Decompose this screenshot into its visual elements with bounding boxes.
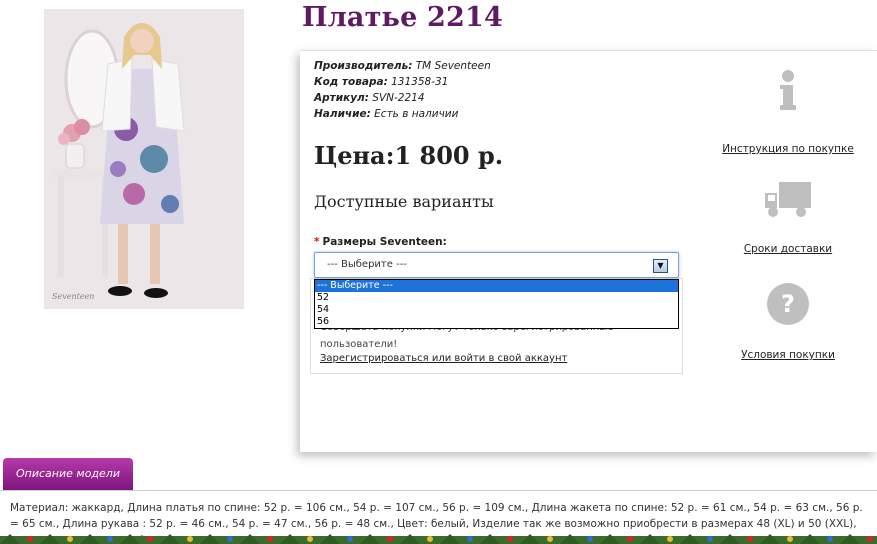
product-code-label: Код товара: bbox=[314, 76, 388, 88]
truck-icon bbox=[765, 182, 811, 217]
sku-row: Артикул: SVN-2214 bbox=[314, 90, 491, 106]
product-photo[interactable]: Seventeen bbox=[44, 9, 244, 309]
size-label-text: Размеры Seventeen: bbox=[322, 236, 447, 248]
size-option[interactable]: 52 bbox=[315, 292, 678, 304]
size-dropdown-list[interactable]: --- Выберите --- 52 54 56 bbox=[314, 279, 679, 329]
product-meta: Производитель: ТМ Seventeen Код товара: … bbox=[314, 58, 491, 122]
side-link-label[interactable]: Сроки доставки bbox=[718, 243, 858, 255]
product-code-value: 131358-31 bbox=[391, 76, 449, 88]
size-select-value: --- Выберите --- bbox=[327, 259, 407, 270]
sku-label: Артикул: bbox=[314, 92, 369, 104]
svg-text:?: ? bbox=[781, 290, 795, 318]
photo-watermark: Seventeen bbox=[52, 292, 94, 301]
question-icon: ? bbox=[767, 283, 809, 325]
size-option[interactable]: 56 bbox=[315, 316, 678, 328]
product-code-row: Код товара: 131358-31 bbox=[314, 74, 491, 90]
register-login-link[interactable]: Зарегистрироваться или войти в свой акка… bbox=[320, 353, 567, 364]
side-link-terms[interactable]: ? Условия покупки bbox=[718, 281, 858, 361]
size-option[interactable]: --- Выберите --- bbox=[315, 280, 678, 292]
stock-row: Наличие: Есть в наличии bbox=[314, 106, 491, 122]
info-icon bbox=[780, 70, 796, 110]
variants-heading: Доступные варианты bbox=[314, 192, 494, 211]
product-info-panel: Производитель: ТМ Seventeen Код товара: … bbox=[300, 50, 877, 452]
tab-description[interactable]: Описание модели bbox=[3, 458, 133, 490]
side-link-label[interactable]: Инструкция по покупке bbox=[718, 143, 858, 155]
manufacturer-value: ТМ Seventeen bbox=[415, 60, 491, 72]
page-title: Платье 2214 bbox=[302, 2, 504, 33]
manufacturer-label: Производитель: bbox=[314, 60, 413, 72]
size-option[interactable]: 54 bbox=[315, 304, 678, 316]
price: Цена:1 800 р. bbox=[314, 141, 504, 170]
stock-label: Наличие: bbox=[314, 108, 371, 120]
size-label: * Размеры Seventeen: bbox=[314, 236, 447, 248]
side-link-delivery[interactable]: Сроки доставки bbox=[718, 179, 858, 255]
manufacturer-row: Производитель: ТМ Seventeen bbox=[314, 58, 491, 74]
dress-photo-illustration: Seventeen bbox=[44, 9, 244, 309]
size-select[interactable]: --- Выберите --- ▼ bbox=[314, 252, 679, 278]
stock-value: Есть в наличии bbox=[374, 108, 459, 120]
side-link-instructions[interactable]: Инструкция по покупке bbox=[718, 69, 858, 155]
garland-decoration bbox=[0, 534, 877, 544]
side-link-label[interactable]: Условия покупки bbox=[718, 349, 858, 361]
required-mark: * bbox=[314, 236, 320, 248]
chevron-down-icon[interactable]: ▼ bbox=[653, 259, 668, 273]
sku-value: SVN-2214 bbox=[372, 92, 425, 104]
